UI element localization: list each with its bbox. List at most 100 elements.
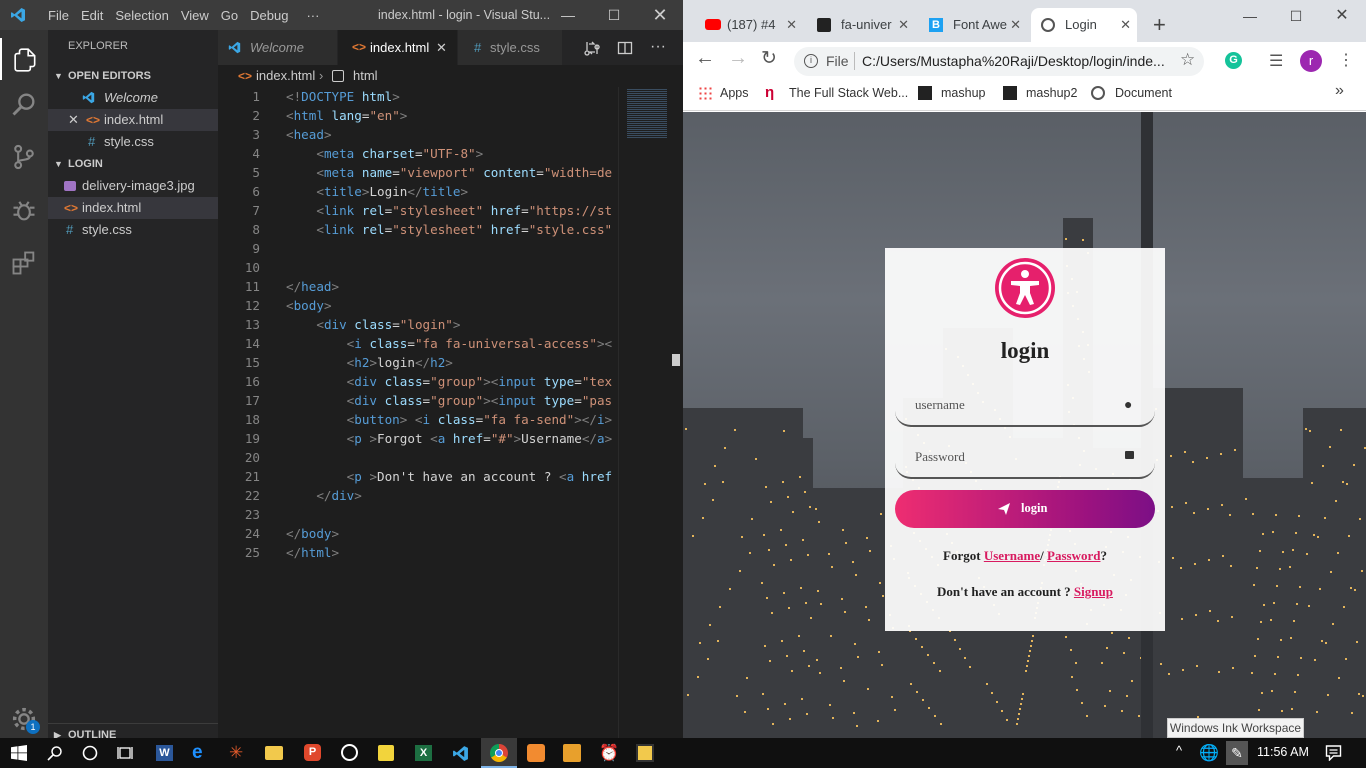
app-gear-icon[interactable]: ✳ xyxy=(229,743,243,763)
close-icon[interactable]: ✕ xyxy=(1120,8,1131,42)
close-button[interactable]: ✕ xyxy=(637,0,683,30)
breadcrumb-symbol[interactable]: html xyxy=(353,65,378,87)
file-delivery-image[interactable]: delivery-image3.jpg xyxy=(48,175,218,197)
network-icon[interactable]: 🌐 xyxy=(1199,743,1219,763)
signup-text: Don't have an account ? Signup xyxy=(937,584,1113,599)
forward-icon[interactable]: → xyxy=(728,47,748,70)
lit-window xyxy=(792,511,794,513)
lit-window xyxy=(768,549,770,551)
info-icon[interactable]: i xyxy=(804,54,818,68)
excel-icon[interactable]: X xyxy=(415,745,432,761)
debug-icon[interactable] xyxy=(10,196,38,224)
postman-icon[interactable]: P xyxy=(304,744,321,761)
password-field[interactable]: Password xyxy=(895,443,1155,479)
menu-icon[interactable]: ⋮ xyxy=(1338,50,1354,70)
forgot-password-link[interactable]: Password xyxy=(1047,548,1100,563)
tab-index-html[interactable]: <> index.html ✕ xyxy=(338,30,458,65)
search-icon[interactable] xyxy=(47,745,63,761)
close-icon[interactable]: ✕ xyxy=(436,30,447,65)
maximize-button[interactable]: ☐ xyxy=(1273,0,1319,32)
close-icon[interactable]: ✕ xyxy=(68,109,79,131)
breadcrumb-file[interactable]: index.html xyxy=(256,65,315,87)
tab-fa-universal[interactable]: fa-univer ✕ xyxy=(807,8,915,42)
lit-window xyxy=(806,713,808,715)
tab-welcome[interactable]: Welcome xyxy=(218,30,338,65)
close-icon[interactable]: ✕ xyxy=(786,8,797,42)
address-bar[interactable]: i File C:/Users/Mustapha%20Raji/Desktop/… xyxy=(794,47,1204,76)
alarm-icon[interactable]: ⏰ xyxy=(599,743,619,763)
close-icon[interactable]: ✕ xyxy=(1010,8,1021,42)
menu-file[interactable]: File xyxy=(42,8,75,23)
line-number: 18 xyxy=(244,412,260,427)
tab-youtube[interactable]: (187) #4 ✕ xyxy=(697,8,803,42)
app-orange-icon[interactable] xyxy=(527,744,545,762)
lit-window xyxy=(969,666,971,668)
menu-edit[interactable]: Edit xyxy=(75,8,109,23)
notes-icon[interactable] xyxy=(378,745,394,761)
word-icon[interactable]: W xyxy=(156,745,173,761)
minimize-button[interactable]: — xyxy=(545,0,591,30)
signup-link[interactable]: Signup xyxy=(1074,584,1113,599)
login-button[interactable]: login xyxy=(895,490,1155,528)
code-editor[interactable]: 1 <!DOCTYPE html> 2 <html lang="en"> 3 <head>… xyxy=(218,87,618,738)
windows-start-icon[interactable] xyxy=(11,745,27,761)
outline-section[interactable]: ▶ OUTLINE xyxy=(48,723,218,738)
more-actions-icon[interactable]: ··· xyxy=(650,30,666,63)
vscode-taskbar-icon[interactable] xyxy=(452,745,469,762)
code-line: <p >Don't have an account ? <a href xyxy=(346,469,613,484)
source-control-icon[interactable] xyxy=(10,143,38,171)
task-view-icon[interactable] xyxy=(117,745,133,761)
explorer-activity[interactable] xyxy=(0,38,48,80)
open-editor-welcome[interactable]: Welcome xyxy=(48,87,218,109)
pen-icon[interactable]: ✎ xyxy=(1226,741,1248,765)
circle-app-icon[interactable] xyxy=(341,744,358,761)
scrollbar-thumb[interactable] xyxy=(672,354,680,366)
lit-window xyxy=(829,704,831,706)
tab-style-css[interactable]: # style.css xyxy=(458,30,563,65)
avatar[interactable]: r xyxy=(1300,50,1322,72)
menu-selection[interactable]: Selection xyxy=(109,8,174,23)
open-editor-index-html[interactable]: ✕ <> index.html xyxy=(48,109,218,131)
star-icon[interactable]: ☆ xyxy=(1180,50,1195,70)
file-explorer-icon[interactable] xyxy=(265,746,283,760)
project-section[interactable]: ▼ LOGIN xyxy=(48,153,218,175)
minimap[interactable] xyxy=(618,87,683,738)
compare-icon[interactable] xyxy=(584,40,600,56)
reload-icon[interactable]: ↻ xyxy=(761,47,777,70)
sublime-icon[interactable] xyxy=(563,744,581,762)
close-button[interactable]: ✕ xyxy=(1319,0,1365,32)
cortana-icon[interactable] xyxy=(82,745,98,761)
lit-window xyxy=(763,534,765,536)
menu-more[interactable]: ··· xyxy=(300,8,325,23)
forgot-username-link[interactable]: Username xyxy=(984,548,1040,563)
minimize-button[interactable]: — xyxy=(1227,0,1273,32)
open-editor-style-css[interactable]: # style.css xyxy=(48,131,218,153)
close-icon[interactable]: ✕ xyxy=(898,8,909,42)
tab-login[interactable]: Login ✕ xyxy=(1031,8,1137,42)
split-editor-icon[interactable] xyxy=(617,40,633,56)
open-editors-section[interactable]: ▼ OPEN EDITORS xyxy=(48,65,218,87)
file-index-html[interactable]: <> index.html xyxy=(48,197,218,219)
lit-window xyxy=(1256,567,1258,569)
search-icon[interactable] xyxy=(10,90,38,118)
clock[interactable]: 11:56 AM xyxy=(1257,745,1309,759)
menu-view[interactable]: View xyxy=(175,8,215,23)
edge-icon[interactable]: e xyxy=(192,742,203,764)
username-field[interactable]: username ● xyxy=(895,391,1155,427)
grammarly-icon[interactable]: G xyxy=(1225,52,1242,69)
more-bookmarks-icon[interactable]: » xyxy=(1335,82,1344,100)
extensions-icon[interactable] xyxy=(10,249,38,277)
media-icon[interactable]: ☰ xyxy=(1269,51,1283,71)
tab-font-awesome[interactable]: B Font Awe ✕ xyxy=(919,8,1027,42)
menu-debug[interactable]: Debug xyxy=(244,8,294,23)
maximize-button[interactable]: ☐ xyxy=(591,0,637,30)
app-yellow-icon[interactable] xyxy=(636,744,654,762)
lit-window xyxy=(1106,647,1108,649)
chrome-taskbar-button[interactable] xyxy=(481,738,517,768)
chevron-up-icon[interactable]: ^ xyxy=(1176,743,1182,758)
file-style-css[interactable]: # style.css xyxy=(48,219,218,241)
menu-go[interactable]: Go xyxy=(215,8,244,23)
back-icon[interactable]: ← xyxy=(695,47,715,70)
notifications-icon[interactable] xyxy=(1325,745,1342,761)
new-tab-button[interactable]: + xyxy=(1153,10,1166,40)
